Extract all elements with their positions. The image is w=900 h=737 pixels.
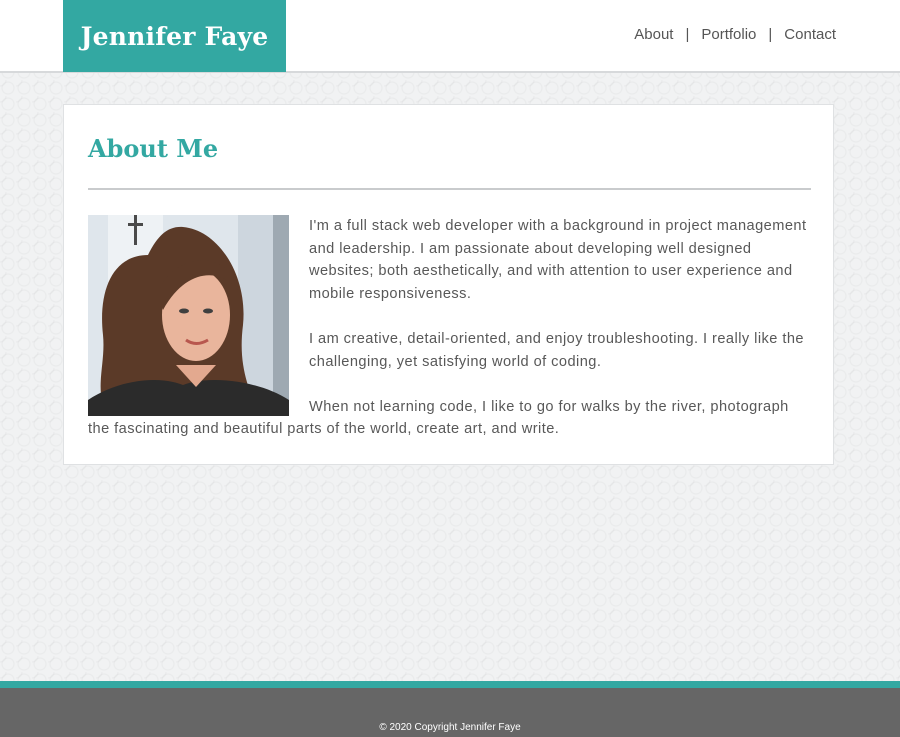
about-card: About Me I'm a full stack web developer [63,104,834,465]
about-content: I'm a full stack web developer with a ba… [88,215,812,441]
footer-copyright: © 2020 Copyright Jennifer Faye [379,722,521,733]
site-header: Jennifer Faye About | Portfolio | Contac… [0,0,900,73]
nav-separator: | [685,26,690,43]
profile-photo-illustration [88,215,289,416]
title-divider [88,188,811,190]
page-title: About Me [88,134,219,163]
site-logo[interactable]: Jennifer Faye [63,0,286,72]
footer-accent-stripe [0,681,900,688]
site-logo-text: Jennifer Faye [80,21,269,51]
nav-link-portfolio[interactable]: Portfolio [701,26,756,43]
nav-separator: | [768,26,773,43]
nav-link-contact[interactable]: Contact [784,26,836,43]
main-nav: About | Portfolio | Contact [634,26,836,43]
profile-photo [88,215,289,416]
nav-link-about[interactable]: About [634,26,673,43]
site-footer: © 2020 Copyright Jennifer Faye [0,688,900,737]
